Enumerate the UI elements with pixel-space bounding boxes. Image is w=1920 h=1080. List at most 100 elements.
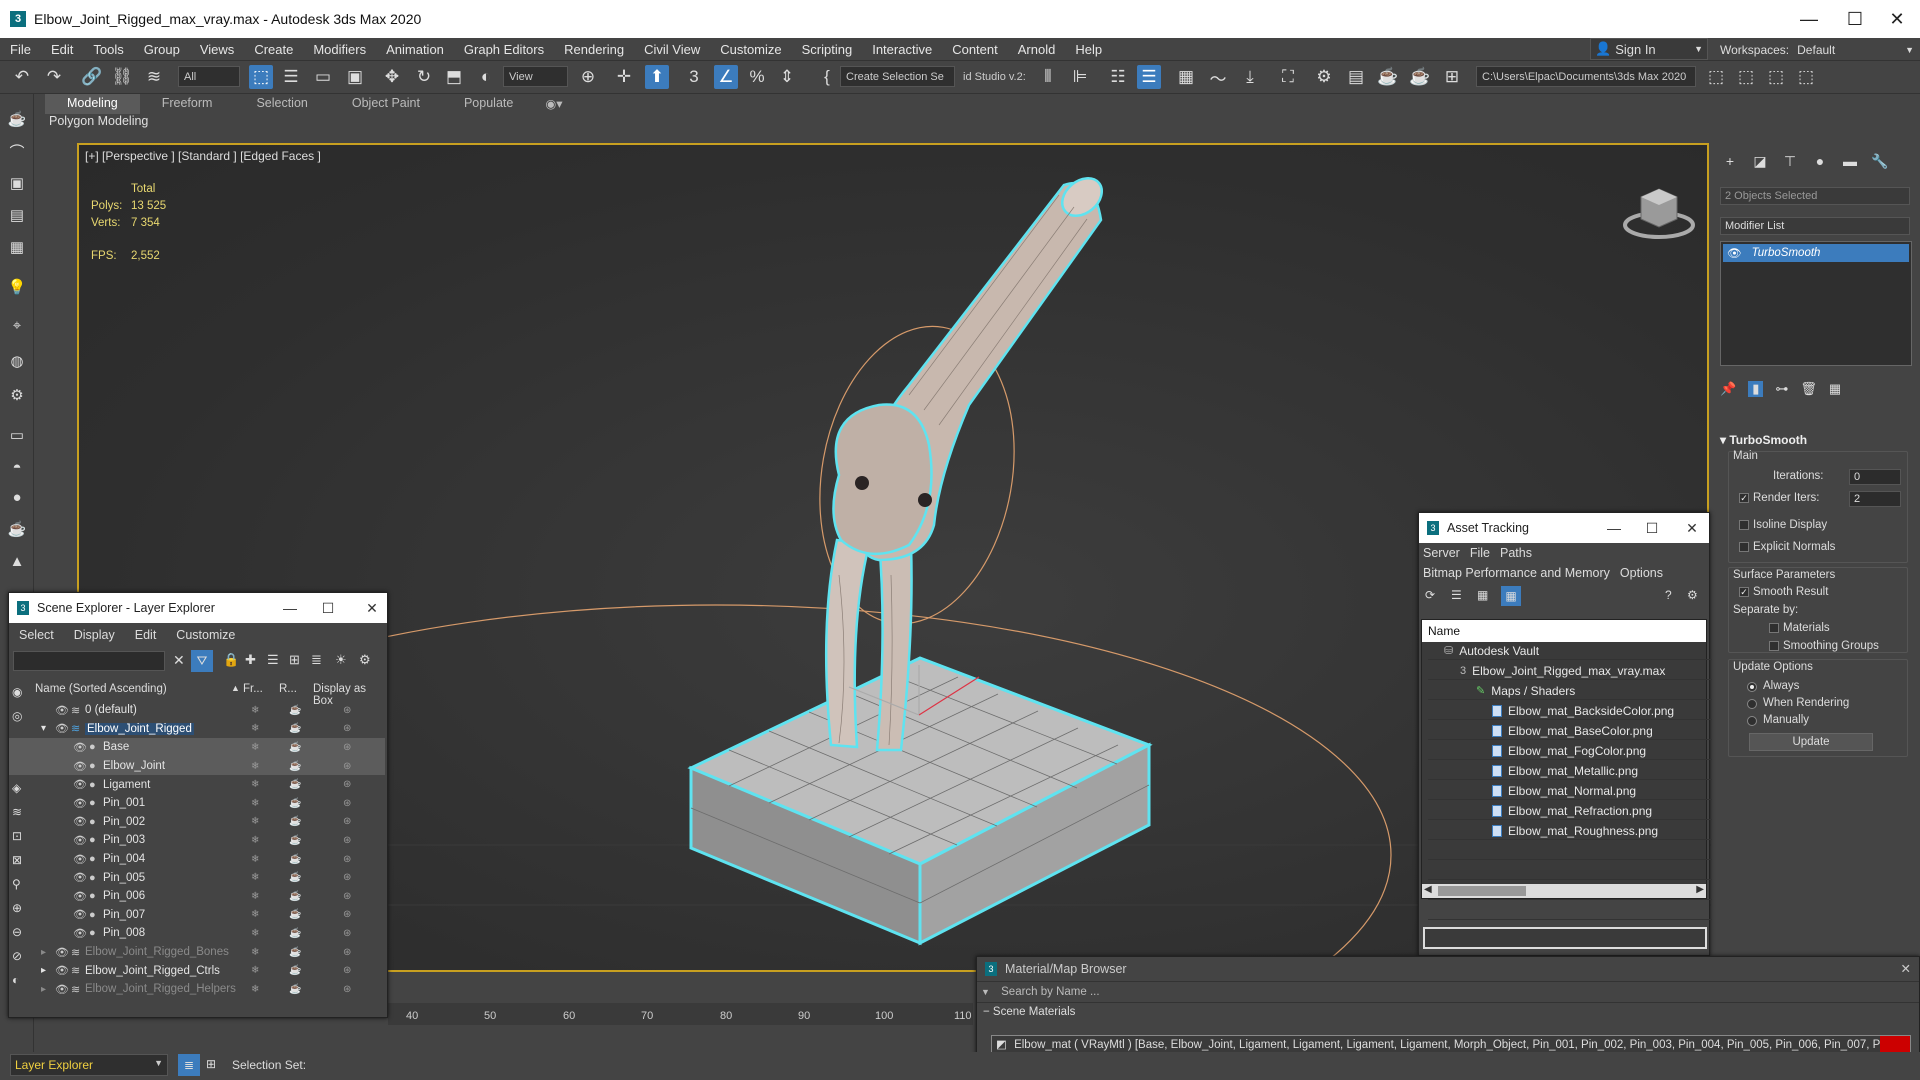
material-editor-icon[interactable]: ⛶ — [1276, 65, 1300, 89]
geometry-icon[interactable]: ▤ — [5, 204, 29, 226]
maximize-icon[interactable]: ☐ — [311, 593, 345, 623]
freeze-icon[interactable]: ❄ — [251, 909, 259, 920]
select-manipulate-icon[interactable]: ✛ — [612, 65, 636, 89]
configure-sets-icon[interactable]: ▦ — [1829, 381, 1841, 397]
menu-options[interactable]: Options — [1614, 566, 1669, 580]
visibility-eye-icon[interactable]: 👁 — [73, 908, 87, 921]
angle-snap-icon[interactable]: ∠ — [714, 65, 738, 89]
turbosmooth-rollout-title[interactable]: ▾ TurboSmooth — [1720, 433, 1807, 447]
project-settings-icon[interactable]: ⬚ — [1764, 65, 1788, 89]
renderable-icon[interactable]: ☕ — [289, 984, 301, 995]
column-renderable[interactable]: R... — [279, 683, 297, 695]
helper-icon[interactable]: ◍ — [5, 350, 29, 372]
maximize-icon[interactable]: ☐ — [1635, 513, 1669, 543]
make-unique-icon[interactable]: ⊶ — [1775, 381, 1788, 397]
minimize-icon[interactable]: — — [1597, 513, 1631, 543]
renderable-icon[interactable]: ☕ — [289, 705, 301, 716]
menu-tools[interactable]: Tools — [83, 42, 133, 57]
bind-space-warp-icon[interactable]: ≋ — [142, 65, 166, 89]
unlink-icon[interactable]: ⛓ — [110, 65, 134, 89]
modifier-stack-item[interactable]: 👁 TurboSmooth — [1723, 244, 1909, 262]
menu-edit[interactable]: Edit — [41, 42, 83, 57]
visibility-eye-icon[interactable]: 👁 — [55, 722, 69, 735]
scroll-right-icon[interactable]: ▶ — [1696, 884, 1704, 895]
visibility-eye-icon[interactable]: 👁 — [73, 760, 87, 773]
menu-animation[interactable]: Animation — [376, 42, 454, 57]
scale-icon[interactable]: ⬒ — [442, 65, 466, 89]
render-active-shade-icon[interactable]: ☕ — [1408, 65, 1432, 89]
scroll-left-icon[interactable]: ◀ — [1424, 884, 1432, 895]
layer-explorer-dropdown[interactable]: Layer Explorer ▼ — [10, 1054, 168, 1076]
asset-row[interactable]: ✎ Maps / Shaders — [1428, 682, 1712, 700]
layer-row[interactable]: ▸ 👁 ≋ Elbow_Joint_Rigged_Ctrls ❄ ☕ ⊛ — [9, 961, 385, 980]
find-field[interactable] — [13, 651, 165, 671]
render-setup-icon[interactable]: ⚙ — [1312, 65, 1336, 89]
expand-toggle-icon[interactable]: ▸ — [41, 965, 46, 976]
asset-row[interactable]: Elbow_mat_FogColor.png — [1428, 742, 1712, 760]
filter-geometry-icon[interactable]: ◉ — [12, 685, 22, 699]
asset-row[interactable]: Elbow_mat_Metallic.png — [1428, 762, 1712, 780]
layer-row[interactable]: 👁 ● Pin_007 ❄ ☕ ⊛ — [9, 906, 385, 925]
create-tab-icon[interactable]: + — [1718, 151, 1742, 171]
curve-editor-icon[interactable]: 〜 — [1206, 65, 1230, 89]
display-as-box-icon[interactable]: ⊛ — [343, 705, 351, 716]
tab-selection[interactable]: Selection — [234, 94, 329, 114]
menu-select[interactable]: Select — [9, 628, 64, 642]
workspaces-selector[interactable]: Workspaces: Default ▼ — [1716, 38, 1920, 61]
menu-arnold[interactable]: Arnold — [1008, 42, 1066, 57]
column-name[interactable]: Name (Sorted Ascending) — [35, 683, 167, 695]
scroll-thumb[interactable] — [1438, 886, 1526, 896]
viewport-label-menu[interactable]: [+] [Perspective ] [Standard ] [Edged Fa… — [85, 149, 321, 163]
menu-views[interactable]: Views — [190, 42, 244, 57]
renderable-icon[interactable]: ☕ — [289, 723, 301, 734]
render-in-cloud-icon[interactable]: ⊞ — [1440, 65, 1464, 89]
list-view-icon[interactable]: ☰ — [1451, 588, 1462, 602]
display-as-box-icon[interactable]: ⊛ — [343, 872, 351, 883]
menu-scripting[interactable]: Scripting — [792, 42, 863, 57]
material-browser-titlebar[interactable]: 3 Material/Map Browser ✕ — [977, 957, 1919, 981]
visibility-eye-icon[interactable]: 👁 — [55, 946, 69, 959]
freeze-icon[interactable]: ❄ — [251, 891, 259, 902]
menu-content[interactable]: Content — [942, 42, 1008, 57]
clear-search-icon[interactable]: ✕ — [173, 652, 185, 669]
explicit-normals-checkbox[interactable] — [1739, 542, 1749, 552]
renderable-icon[interactable]: ☕ — [289, 779, 301, 790]
menu-graph-editors[interactable]: Graph Editors — [454, 42, 554, 57]
sphere-icon[interactable]: ● — [5, 486, 29, 508]
renderable-icon[interactable]: ☕ — [289, 798, 301, 809]
tab-freeform[interactable]: Freeform — [140, 94, 235, 114]
column-name[interactable]: Name — [1428, 624, 1460, 638]
expand-toggle-icon[interactable]: ▾ — [41, 723, 46, 734]
percent-snap-icon[interactable]: % — [745, 65, 769, 89]
material-search[interactable]: ▼ Search by Name ... — [977, 981, 1919, 1003]
menu-file[interactable]: File — [1464, 546, 1496, 560]
materials-checkbox[interactable] — [1769, 623, 1779, 633]
minimize-icon[interactable]: — — [273, 593, 307, 623]
hierarchy-icon[interactable]: ⊞ — [289, 652, 300, 668]
undo-icon[interactable]: ↶ — [10, 65, 34, 89]
display-as-box-icon[interactable]: ⊛ — [343, 928, 351, 939]
freeze-icon[interactable]: ❄ — [251, 947, 259, 958]
settings-icon[interactable]: ⚙ — [359, 652, 371, 668]
tab-modeling[interactable]: Modeling — [45, 94, 140, 114]
maximize-icon[interactable]: ☐ — [1832, 0, 1878, 38]
time-trackbar[interactable]: 40 50 60 70 80 90 100 110 — [388, 1003, 973, 1025]
rotate-icon[interactable]: ↻ — [412, 65, 436, 89]
pivot-center-icon[interactable]: ⊕ — [576, 65, 600, 89]
renderable-icon[interactable]: ☕ — [289, 891, 301, 902]
asset-path-field[interactable] — [1423, 927, 1707, 949]
select-by-name-icon[interactable]: ☰ — [279, 65, 303, 89]
viewcube-icon[interactable] — [1619, 175, 1699, 245]
layer-row[interactable]: 👁 ≋ 0 (default) ❄ ☕ ⊛ — [9, 701, 385, 720]
display-as-box-icon[interactable]: ⊛ — [343, 947, 351, 958]
display-as-box-icon[interactable]: ⊛ — [343, 984, 351, 995]
layer-row[interactable]: 👁 ● Elbow_Joint ❄ ☕ ⊛ — [9, 756, 385, 776]
settings-icon[interactable]: ⚙ — [1687, 588, 1698, 602]
visibility-eye-icon[interactable]: 👁 — [73, 927, 87, 940]
iterations-spinner[interactable]: 0 — [1849, 469, 1901, 485]
menu-modifiers[interactable]: Modifiers — [303, 42, 376, 57]
menu-customize[interactable]: Customize — [710, 42, 791, 57]
visibility-eye-icon[interactable]: 👁 — [55, 983, 69, 996]
redo-icon[interactable]: ↷ — [42, 65, 66, 89]
show-end-result-icon[interactable]: ▮ — [1748, 381, 1764, 397]
